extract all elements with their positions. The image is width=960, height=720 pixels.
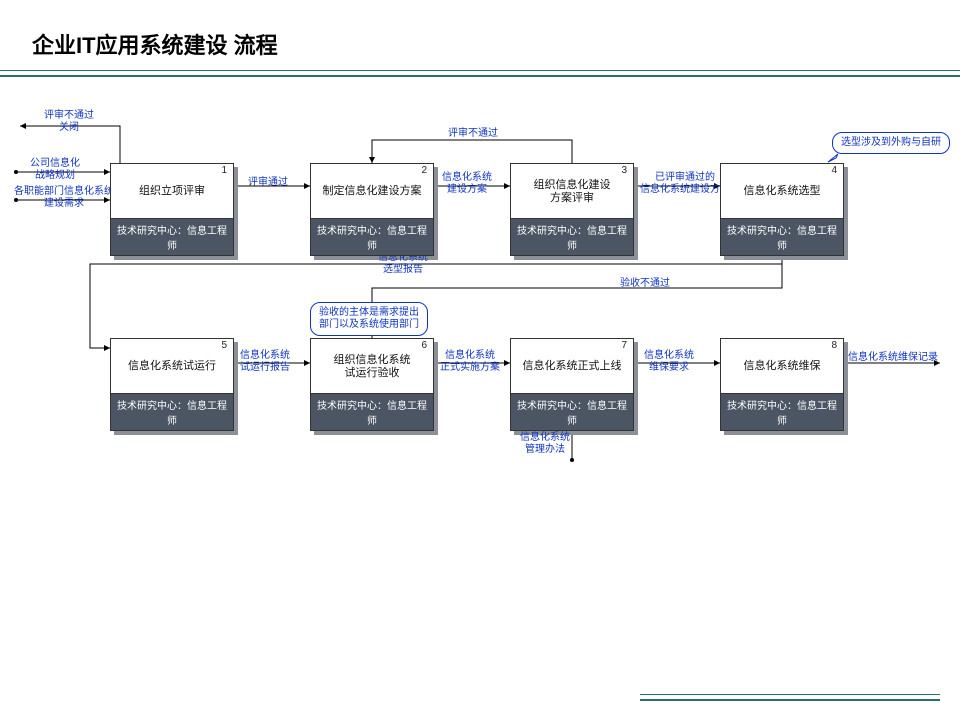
node-title: 组织立项评审	[111, 164, 233, 218]
edge-label-output: 信息化系统维保记录	[848, 352, 938, 364]
node-4: 4 信息化系统选型 技术研究中心：信息工程师	[720, 163, 844, 256]
node-1: 1 组织立项评审 技术研究中心：信息工程师	[110, 163, 234, 256]
node-2: 2 制定信息化建设方案 技术研究中心：信息工程师	[310, 163, 434, 256]
edge-label-7-8: 信息化系统 维保要求	[644, 350, 694, 373]
edge-label-3-2-reject: 评审不通过	[448, 128, 498, 140]
node-6: 6 组织信息化系统 试运行验收 技术研究中心：信息工程师	[310, 338, 434, 431]
node-8: 8 信息化系统维保 技术研究中心：信息工程师	[720, 338, 844, 431]
node-role: 技术研究中心：信息工程师	[721, 218, 843, 255]
callout-node-6: 验收的主体是需求提出 部门以及系统使用部门	[310, 302, 428, 336]
node-title: 制定信息化建设方案	[311, 164, 433, 218]
node-title: 信息化系统试运行	[111, 339, 233, 393]
node-number: 6	[421, 340, 427, 351]
node-role: 技术研究中心：信息工程师	[311, 218, 433, 255]
title-rule	[0, 70, 960, 77]
node-title: 信息化系统选型	[721, 164, 843, 218]
node-number: 5	[221, 340, 227, 351]
node-role: 技术研究中心：信息工程师	[721, 393, 843, 430]
edge-label-5-6: 信息化系统 试运行报告	[240, 350, 290, 373]
node-7: 7 信息化系统正式上线 技术研究中心：信息工程师	[510, 338, 634, 431]
node-title: 组织信息化系统 试运行验收	[311, 339, 433, 393]
callout-tail-icon	[826, 152, 836, 162]
edge-label-6-7: 信息化系统 正式实施方案	[440, 350, 500, 373]
node-number: 8	[831, 340, 837, 351]
node-role: 技术研究中心：信息工程师	[511, 218, 633, 255]
node-number: 2	[421, 165, 427, 176]
edge-label-reject-1: 评审不通过 关闭	[44, 110, 94, 133]
node-3: 3 组织信息化建设 方案评审 技术研究中心：信息工程师	[510, 163, 634, 256]
edge-label-input-2: 各职能部门信息化系统 建设需求	[14, 186, 114, 209]
callout-node-4: 选型涉及到外购与自研	[832, 132, 950, 154]
node-role: 技术研究中心：信息工程师	[111, 218, 233, 255]
node-5: 5 信息化系统试运行 技术研究中心：信息工程师	[110, 338, 234, 431]
node-role: 技术研究中心：信息工程师	[511, 393, 633, 430]
edge-label-2-3: 信息化系统 建设方案	[442, 172, 492, 195]
node-title: 组织信息化建设 方案评审	[511, 164, 633, 218]
node-role: 技术研究中心：信息工程师	[111, 393, 233, 430]
node-number: 3	[621, 165, 627, 176]
edge-label-1-2: 评审通过	[248, 177, 288, 189]
edge-label-7-input: 信息化系统 管理办法	[520, 432, 570, 455]
footer-rule	[640, 694, 940, 701]
edge-label-6-4-reject: 验收不通过	[620, 278, 670, 290]
node-number: 4	[831, 165, 837, 176]
edge-label-input-1: 公司信息化 战略规划	[30, 158, 80, 181]
node-number: 7	[621, 340, 627, 351]
node-role: 技术研究中心：信息工程师	[311, 393, 433, 430]
diagram-canvas: 1 组织立项评审 技术研究中心：信息工程师 2 制定信息化建设方案 技术研究中心…	[0, 80, 960, 640]
slide: 企业IT应用系统建设 流程	[0, 0, 960, 720]
node-title: 信息化系统维保	[721, 339, 843, 393]
edge-label-3-4: 已评审通过的 信息化系统建设方案	[640, 172, 730, 195]
node-title: 信息化系统正式上线	[511, 339, 633, 393]
page-title: 企业IT应用系统建设 流程	[32, 28, 278, 60]
node-number: 1	[221, 165, 227, 176]
